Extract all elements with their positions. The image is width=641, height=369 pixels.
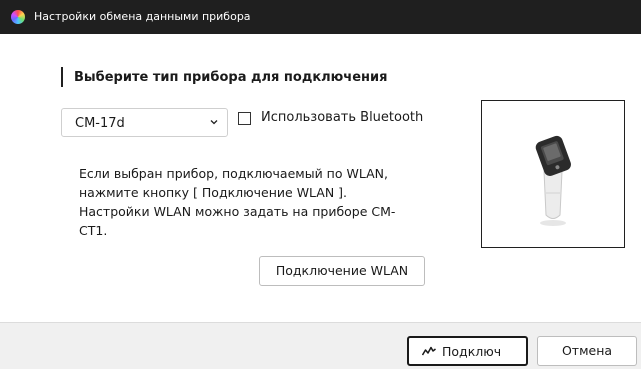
info-line: CT1.: [79, 223, 108, 238]
device-type-value: CM-17d: [75, 116, 125, 131]
window-title: Настройки обмена данными прибора: [34, 10, 251, 23]
chevron-down-icon: [210, 120, 218, 125]
info-line: нажмите кнопку [ Подключение WLAN ].: [79, 185, 348, 200]
wlan-connect-button[interactable]: Подключение WLAN: [259, 256, 425, 286]
connect-wave-icon: [422, 346, 436, 356]
dialog-footer: Подключ Отмена: [0, 322, 641, 369]
bluetooth-checkbox[interactable]: [238, 112, 251, 125]
wlan-info-text: Если выбран прибор, подключаемый по WLAN…: [79, 164, 419, 240]
device-preview: [481, 100, 625, 248]
device-type-select[interactable]: CM-17d: [61, 108, 228, 137]
bluetooth-label[interactable]: Использовать Bluetooth: [261, 110, 423, 125]
heading-accent-bar: [61, 67, 63, 87]
title-bar: Настройки обмена данными прибора: [0, 0, 641, 34]
info-line: Настройки WLAN можно задать на приборе C…: [79, 204, 396, 219]
info-line: Если выбран прибор, подключаемый по WLAN…: [79, 166, 388, 181]
connect-label: Подключ: [442, 344, 502, 359]
section-heading: Выберите тип прибора для подключения: [74, 70, 388, 85]
cancel-button[interactable]: Отмена: [537, 336, 637, 366]
color-wheel-icon: [11, 10, 25, 24]
connect-button[interactable]: Подключ: [407, 336, 528, 366]
device-image: [535, 135, 571, 226]
